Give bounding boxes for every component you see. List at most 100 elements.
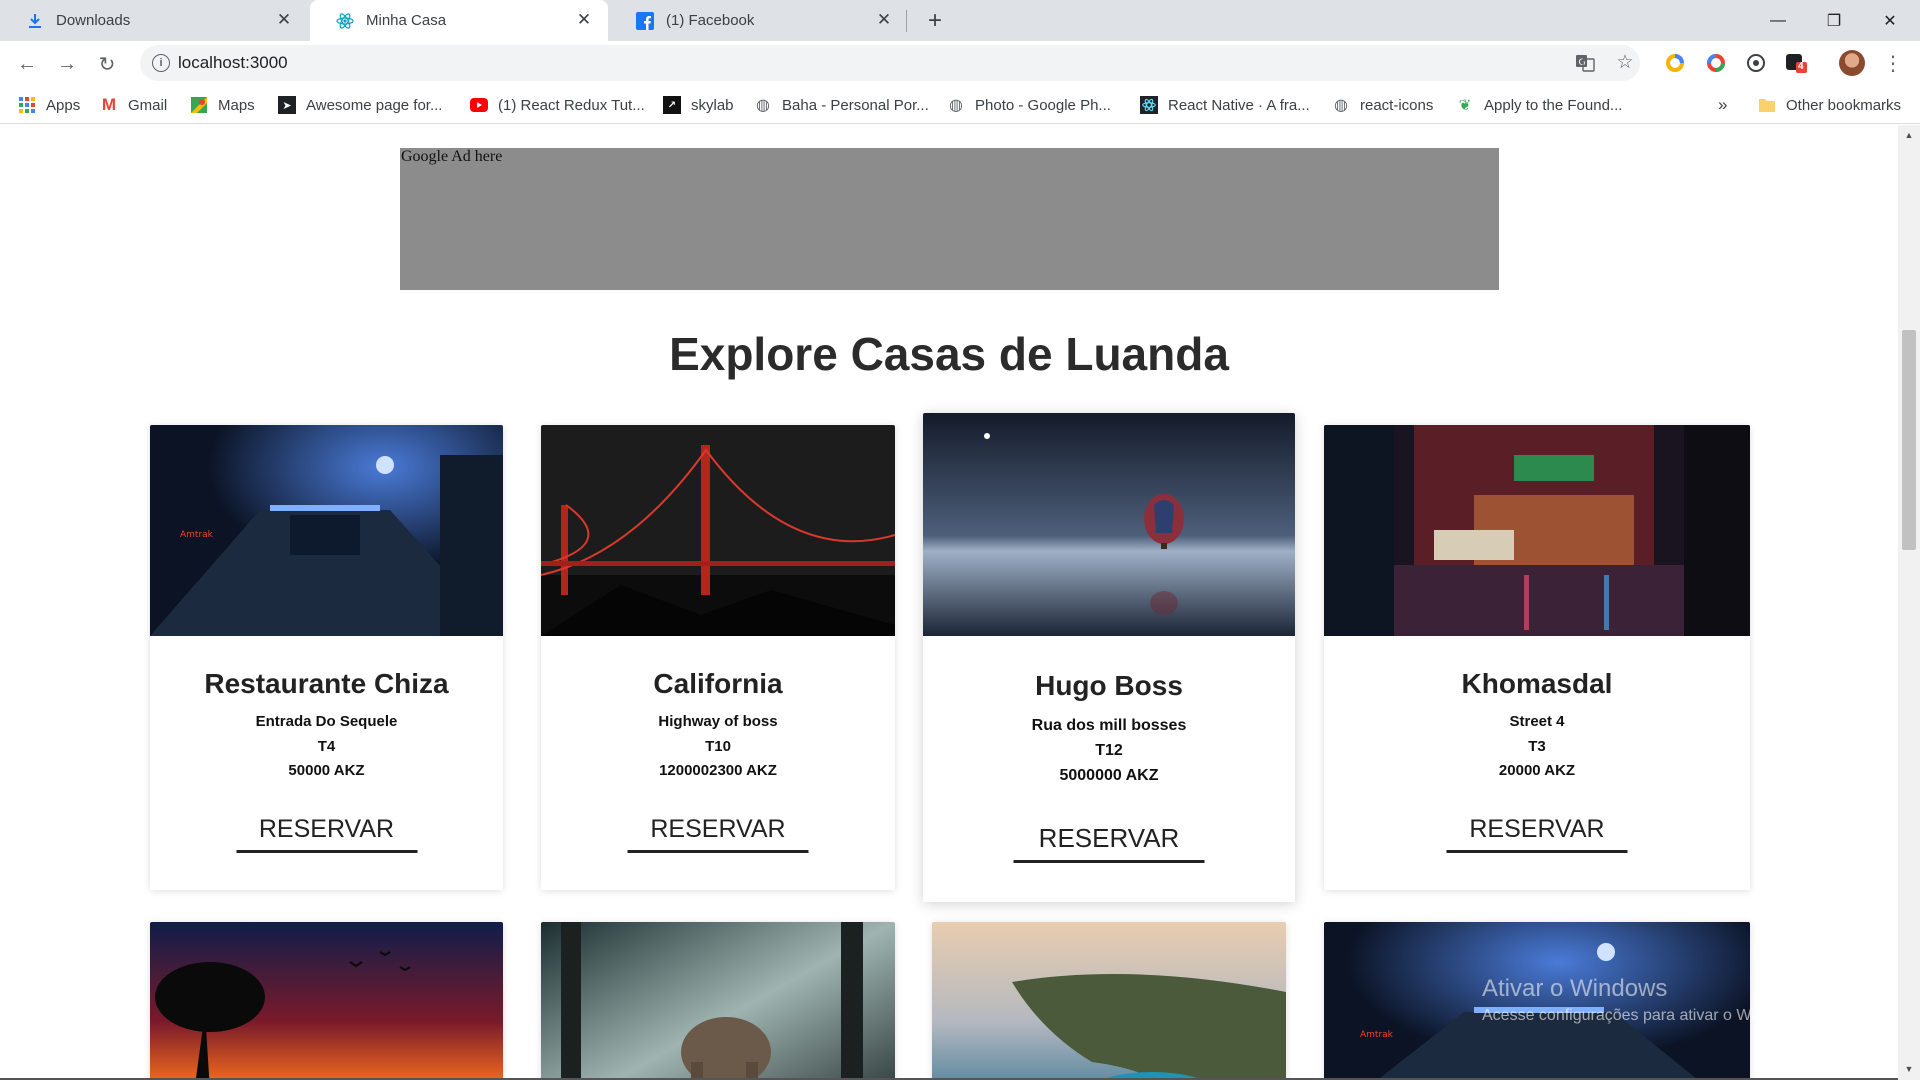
bookmark-baha[interactable]: ◍ Baha - Personal Por...	[754, 94, 929, 116]
house-card[interactable]	[932, 922, 1286, 1080]
close-icon[interactable]: ✕	[574, 10, 594, 30]
globe-icon: ◍	[949, 97, 963, 114]
golden-gate-bridge-photo	[541, 425, 895, 636]
extension-badge-icon[interactable]: 4	[1785, 52, 1807, 74]
tab-downloads[interactable]: Downloads ✕	[0, 0, 308, 41]
bookmarks-overflow-button[interactable]: »	[1718, 94, 1727, 116]
neon-street-photo	[1324, 425, 1750, 636]
bookmark-awesome-page[interactable]: ➤ Awesome page for...	[278, 94, 442, 116]
forward-button[interactable]: →	[53, 50, 81, 78]
reserve-button[interactable]: RESERVAR	[1446, 815, 1628, 853]
bookmark-react-redux[interactable]: (1) React Redux Tut...	[470, 94, 645, 116]
bookmark-label: Photo - Google Ph...	[975, 96, 1111, 114]
menu-kebab-icon[interactable]: ⋮	[1882, 52, 1904, 75]
house-name: Khomasdal	[1461, 668, 1613, 699]
coastal-cliff-photo	[932, 922, 1286, 1080]
site-info-icon[interactable]: i	[152, 54, 170, 72]
house-street: Street 4	[1509, 713, 1565, 730]
house-typology: T12	[1095, 742, 1123, 759]
house-street: Rua dos mill bosses	[1031, 717, 1187, 734]
star-icon[interactable]: ☆	[1614, 51, 1636, 73]
windows-activation-text: Acesse configurações para ativar o Windo…	[1482, 1007, 1806, 1024]
svg-text:Amtrak: Amtrak	[180, 530, 214, 540]
bookmark-apply-foundation[interactable]: ❦ Apply to the Found...	[1456, 94, 1623, 116]
close-window-button[interactable]: ✕	[1862, 0, 1918, 41]
minimize-button[interactable]: —	[1750, 0, 1806, 41]
leaf-icon: ❦	[1458, 97, 1472, 114]
bookmark-maps[interactable]: Maps	[190, 94, 255, 116]
bookmark-label: Baha - Personal Por...	[782, 96, 929, 114]
sunset-tree-photo	[150, 922, 503, 1080]
house-typology: T4	[317, 738, 336, 755]
bookmark-label: Awesome page for...	[306, 96, 443, 114]
close-icon[interactable]: ✕	[274, 10, 294, 30]
gmail-icon: M	[101, 95, 117, 114]
bookmark-arrow-icon: ➤	[278, 96, 296, 114]
bookmark-gmail[interactable]: M Gmail	[100, 94, 167, 116]
bookmark-apps[interactable]: Apps	[18, 94, 80, 116]
extension-badge-count: 4	[1798, 61, 1804, 72]
bookmark-label: (1) React Redux Tut...	[498, 96, 645, 114]
house-price: 5000000 AKZ	[1059, 767, 1159, 784]
new-tab-button[interactable]: +	[922, 7, 948, 34]
react-icon	[1140, 96, 1158, 114]
bookmark-skylab[interactable]: ↗ skylab	[663, 94, 734, 116]
house-card[interactable]	[150, 922, 503, 1080]
reserve-button[interactable]: RESERVAR	[627, 815, 809, 853]
house-card[interactable]: Amtrak Restaurante Chiza Entrada Do Sequ…	[150, 425, 503, 890]
bookmark-react-native[interactable]: React Native · A fra...	[1140, 94, 1310, 116]
scrollbar-thumb[interactable]	[1902, 330, 1916, 550]
address-bar[interactable]: i localhost:3000 G ☆	[140, 45, 1640, 81]
house-price: 50000 AKZ	[288, 762, 365, 779]
vertical-scrollbar[interactable]: ▲ ▼	[1898, 125, 1920, 1080]
tab-minha-casa[interactable]: Minha Casa ✕	[310, 0, 608, 41]
translate-icon[interactable]: G	[1574, 52, 1596, 74]
reload-button[interactable]: ↻	[93, 50, 121, 78]
other-bookmarks[interactable]: Other bookmarks	[1758, 94, 1901, 116]
back-button[interactable]: ←	[13, 50, 41, 78]
avatar[interactable]	[1839, 50, 1865, 76]
bookmark-label: React Native · A fra...	[1168, 96, 1310, 114]
house-street: Entrada Do Sequele	[255, 713, 398, 730]
house-price: 20000 AKZ	[1498, 762, 1576, 779]
house-name: Restaurante Chiza	[204, 668, 449, 699]
restore-button[interactable]: ❐	[1806, 0, 1862, 41]
bookmark-react-icons[interactable]: ◍ react-icons	[1332, 94, 1433, 116]
apps-grid-icon	[18, 96, 36, 114]
overflow-chevron-icon: »	[1718, 95, 1728, 114]
globe-icon: ◍	[756, 97, 770, 114]
hot-air-balloon-photo	[923, 413, 1295, 636]
house-street: Highway of boss	[658, 713, 778, 730]
reserve-button[interactable]: RESERVAR	[1013, 823, 1205, 863]
tab-separator	[906, 10, 907, 32]
ad-text: Google Ad here	[401, 148, 503, 165]
house-card[interactable]: Hugo Boss Rua dos mill bosses T12 500000…	[923, 413, 1295, 902]
reserve-button[interactable]: RESERVAR	[236, 815, 417, 853]
house-card[interactable]	[541, 922, 895, 1080]
house-card[interactable]: California Highway of boss T10 120000230…	[541, 425, 895, 890]
tab-title: (1) Facebook	[666, 12, 755, 29]
ad-banner[interactable]: Google Ad here	[400, 148, 1499, 290]
house-typology: T10	[705, 738, 731, 755]
tab-facebook[interactable]: (1) Facebook ✕	[610, 0, 908, 41]
scroll-down-arrow-icon[interactable]: ▼	[1903, 1063, 1915, 1075]
bookmark-label: Gmail	[128, 96, 168, 114]
facebook-icon	[636, 11, 654, 30]
extension-color-icon[interactable]	[1705, 52, 1727, 74]
house-card[interactable]: Khomasdal Street 4 T3 20000 AKZ RESERVAR	[1324, 425, 1750, 890]
tab-title: Downloads	[56, 12, 131, 29]
maps-icon	[190, 96, 208, 114]
house-name: Hugo Boss	[1035, 670, 1183, 701]
extension-ring-icon[interactable]	[1664, 52, 1686, 74]
tab-strip: Downloads ✕ Minha Casa ✕ (1) Facebook ✕ …	[0, 0, 1920, 41]
close-icon[interactable]: ✕	[874, 10, 894, 30]
house-typology: T3	[1528, 738, 1546, 755]
globe-icon: ◍	[1334, 97, 1348, 114]
bookmark-google-photos[interactable]: ◍ Photo - Google Ph...	[947, 94, 1111, 116]
url-text: localhost:3000	[178, 53, 288, 72]
extension-circle-icon[interactable]	[1745, 52, 1767, 74]
bookmark-label: Other bookmarks	[1786, 96, 1902, 114]
page-viewport: Google Ad here Explore Casas de Luanda A…	[0, 125, 1898, 1080]
bookmark-label: skylab	[691, 96, 734, 114]
scroll-up-arrow-icon[interactable]: ▲	[1903, 129, 1915, 141]
